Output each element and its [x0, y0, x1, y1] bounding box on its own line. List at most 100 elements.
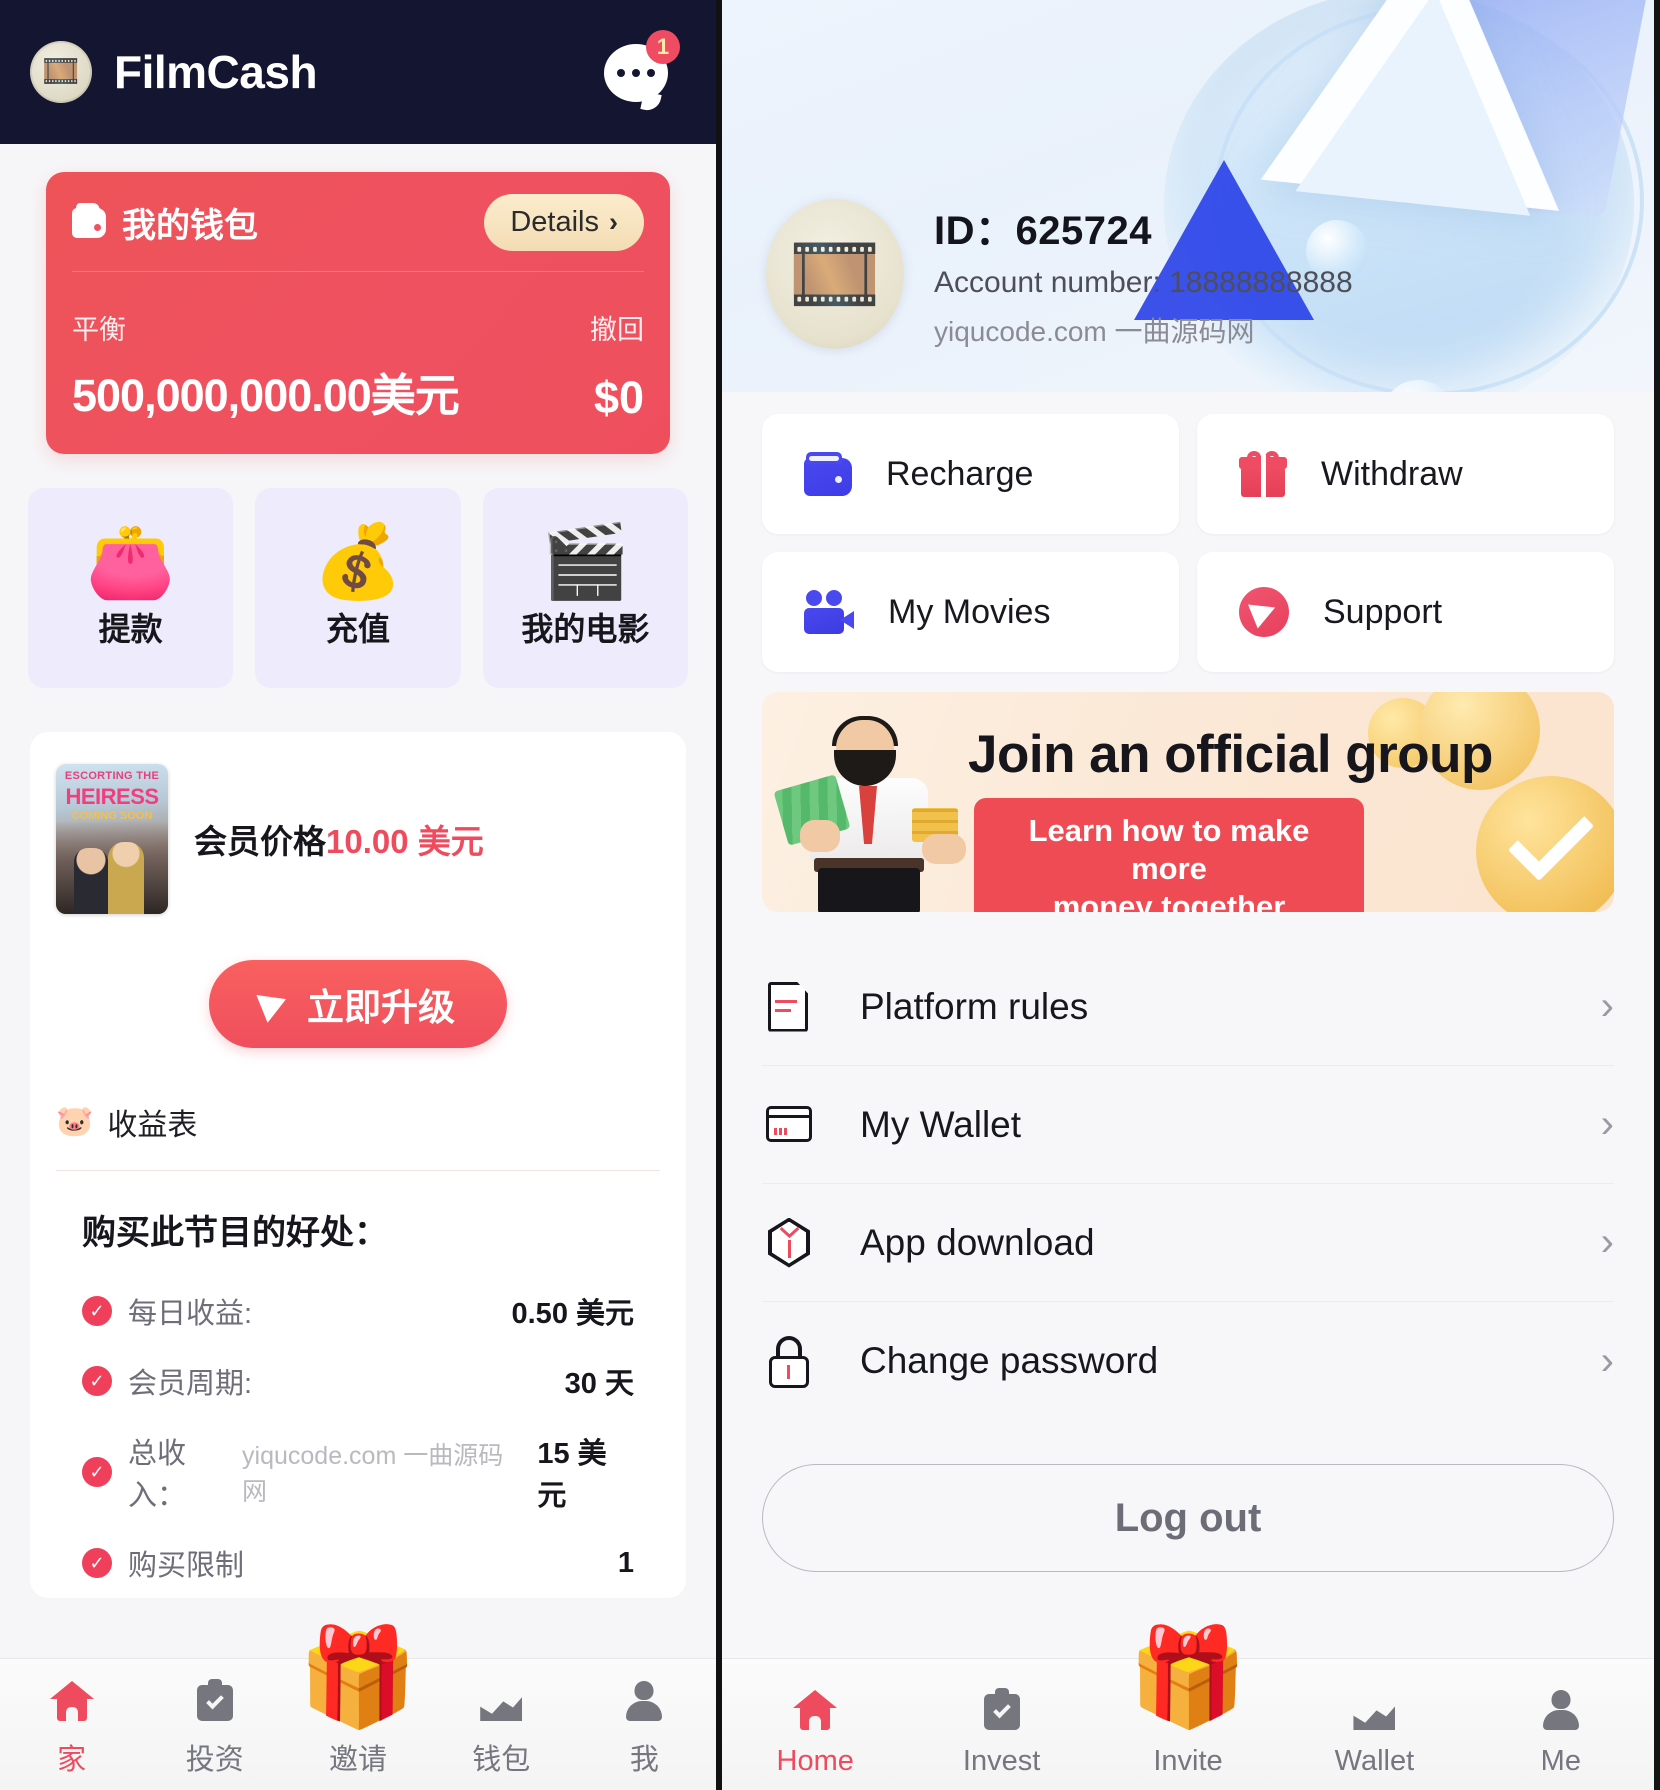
invite-treasure-icon: 🎁: [1128, 1624, 1248, 1731]
benefit-label: 每日收益:: [128, 1298, 253, 1330]
logout-wrap: Log out: [762, 1464, 1614, 1572]
tile-withdraw[interactable]: 👛 提款: [28, 488, 234, 688]
quick-action-support-label: Support: [1323, 592, 1443, 631]
chevron-right-icon: ›: [609, 207, 618, 237]
wallet-labels: 平衡 撤回: [72, 308, 644, 347]
quick-action-my-movies[interactable]: My Movies: [762, 552, 1179, 672]
tab-invite[interactable]: 🎁 Invite: [1095, 1630, 1281, 1778]
logout-button[interactable]: Log out: [762, 1464, 1614, 1572]
check-icon: ✓: [82, 1366, 112, 1396]
details-button[interactable]: Details ›: [484, 194, 644, 251]
banner-cta-line1: Learn how to make more: [1028, 813, 1310, 886]
quick-action-withdraw[interactable]: Withdraw: [1197, 414, 1614, 534]
member-price: 会员价格10.00 美元: [194, 815, 484, 863]
clipboard-check-icon: [196, 1679, 233, 1728]
chat-button[interactable]: 1: [604, 30, 680, 108]
upgrade-now-button[interactable]: 立即升级: [209, 960, 507, 1048]
balance-label: 平衡: [72, 315, 126, 345]
hexagon-download-icon: [762, 1216, 816, 1270]
menu-item-platform-rules[interactable]: Platform rules ›: [762, 948, 1614, 1066]
wallet-card-header: 我的钱包 Details ›: [72, 194, 644, 272]
right-tabbar: Home Invest 🎁 Invite Wallet Me: [722, 1630, 1654, 1790]
menu-item-my-wallet-label: My Wallet: [860, 1103, 1022, 1145]
tile-my-movies-label: 我的电影: [521, 611, 650, 647]
quick-actions-grid: Recharge Withdraw My Movies Support: [762, 414, 1614, 672]
profile-hero: 🎞️ ID：625724 Account number: 18888888888…: [722, 0, 1654, 392]
tab-invest[interactable]: Invest: [908, 1688, 1094, 1778]
wallet-3d-icon: 👛: [85, 522, 176, 602]
watermark-text: yiqucode.com 一曲源码网: [242, 1442, 504, 1506]
earnings-table-link[interactable]: 🐷 收益表: [56, 1100, 660, 1171]
poster-line3: COMING SOON: [71, 810, 153, 822]
left-phone-home-screen: 🎞️ FilmCash 1 我的钱包 Details › 平衡 撤回 500,0…: [0, 0, 722, 1790]
tab-invest[interactable]: 投资: [143, 1679, 286, 1778]
dual-phone-screenshot: 🎞️ FilmCash 1 我的钱包 Details › 平衡 撤回 500,0…: [0, 0, 1660, 1790]
menu-item-change-password[interactable]: Change password ›: [762, 1302, 1614, 1420]
check-icon: ✓: [82, 1548, 112, 1578]
home-icon: [793, 1690, 837, 1737]
tab-wallet[interactable]: Wallet: [1281, 1694, 1467, 1778]
benefits-section: 购买此节目的好处： ✓ 每日收益: 0.50 美元 ✓ 会员周期: 30 天 ✓…: [56, 1171, 660, 1598]
recharge-3d-icon: 💰: [313, 522, 403, 602]
settings-menu: Platform rules › My Wallet › App downloa…: [762, 948, 1614, 1420]
chevron-right-icon: ›: [1600, 1102, 1614, 1146]
tab-invite[interactable]: 🎁 邀请: [286, 1630, 429, 1778]
tile-withdraw-label: 提款: [98, 611, 163, 647]
chat-dot: [632, 69, 640, 77]
send-plane-icon: [1239, 587, 1289, 637]
banner-cta[interactable]: Learn how to make more money together: [974, 798, 1364, 912]
details-label: Details: [510, 206, 599, 238]
quick-action-recharge[interactable]: Recharge: [762, 414, 1179, 534]
chart-icon: [480, 1685, 523, 1728]
upgrade-label: 立即升级: [307, 987, 455, 1028]
tab-wallet-label: Wallet: [1334, 1745, 1415, 1777]
wallet-values: 500,000,000.00美元 $0: [72, 359, 644, 424]
price-amount: 10.00: [326, 823, 409, 860]
official-group-banner[interactable]: Join an official group Learn how to make…: [762, 692, 1614, 912]
movie-row: ESCORTING THE HEIRESS COMING SOON 会员价格10…: [56, 764, 660, 914]
benefit-label: 会员周期:: [128, 1368, 253, 1400]
profile-block: 🎞️ ID：625724 Account number: 18888888888…: [766, 198, 1353, 350]
tab-home[interactable]: 家: [0, 1681, 143, 1778]
menu-item-my-wallet[interactable]: My Wallet ›: [762, 1066, 1614, 1184]
benefit-value: 1: [617, 1546, 634, 1579]
menu-item-platform-rules-label: Platform rules: [860, 985, 1089, 1027]
quick-tiles: 👛 提款 💰 充值 🎬 我的电影: [28, 488, 688, 688]
tab-me[interactable]: Me: [1468, 1690, 1654, 1778]
withdraw-value: $0: [593, 372, 644, 423]
tile-my-movies[interactable]: 🎬 我的电影: [482, 488, 688, 688]
chevron-right-icon: ›: [1600, 1338, 1614, 1383]
movie-camera-3d-icon: 🎬: [540, 522, 631, 602]
benefit-row: ✓ 每日收益: 0.50 美元: [82, 1276, 634, 1346]
profile-account-number: Account number: 18888888888: [934, 266, 1353, 299]
app-title: FilmCash: [114, 46, 318, 98]
menu-item-app-download-label: App download: [860, 1221, 1095, 1263]
check-icon: ✓: [82, 1296, 112, 1326]
tile-recharge[interactable]: 💰 充值: [255, 488, 461, 688]
quick-action-support[interactable]: Support: [1197, 552, 1614, 672]
poster-line2: HEIRESS: [65, 784, 159, 809]
tab-home-label: Home: [776, 1745, 854, 1777]
check-icon: ✓: [82, 1457, 112, 1487]
lock-icon: [762, 1334, 816, 1388]
tab-wallet-label: 钱包: [472, 1744, 531, 1776]
quick-action-recharge-label: Recharge: [886, 454, 1034, 493]
movie-poster[interactable]: ESCORTING THE HEIRESS COMING SOON: [56, 764, 168, 914]
profile-watermark: yiqucode.com 一曲源码网: [934, 316, 1255, 347]
benefit-value: 0.50 美元: [511, 1298, 635, 1330]
tab-wallet[interactable]: 钱包: [430, 1685, 573, 1778]
quick-action-withdraw-label: Withdraw: [1321, 454, 1463, 493]
chat-badge: 1: [646, 30, 680, 64]
avatar[interactable]: 🎞️: [766, 199, 904, 349]
price-unit: 美元: [408, 823, 484, 860]
tab-me-label: Me: [1540, 1745, 1581, 1777]
menu-item-change-password-label: Change password: [860, 1340, 1159, 1381]
chart-icon: [1353, 1694, 1396, 1737]
person-icon: [625, 1681, 663, 1728]
tab-home[interactable]: Home: [722, 1690, 908, 1778]
left-content: 我的钱包 Details › 平衡 撤回 500,000,000.00美元 $0: [0, 172, 716, 1598]
poster-line1: ESCORTING THE: [64, 770, 160, 782]
tab-me[interactable]: 我: [573, 1681, 716, 1778]
menu-item-app-download[interactable]: App download ›: [762, 1184, 1614, 1302]
benefits-title: 购买此节目的好处：: [82, 1214, 388, 1252]
